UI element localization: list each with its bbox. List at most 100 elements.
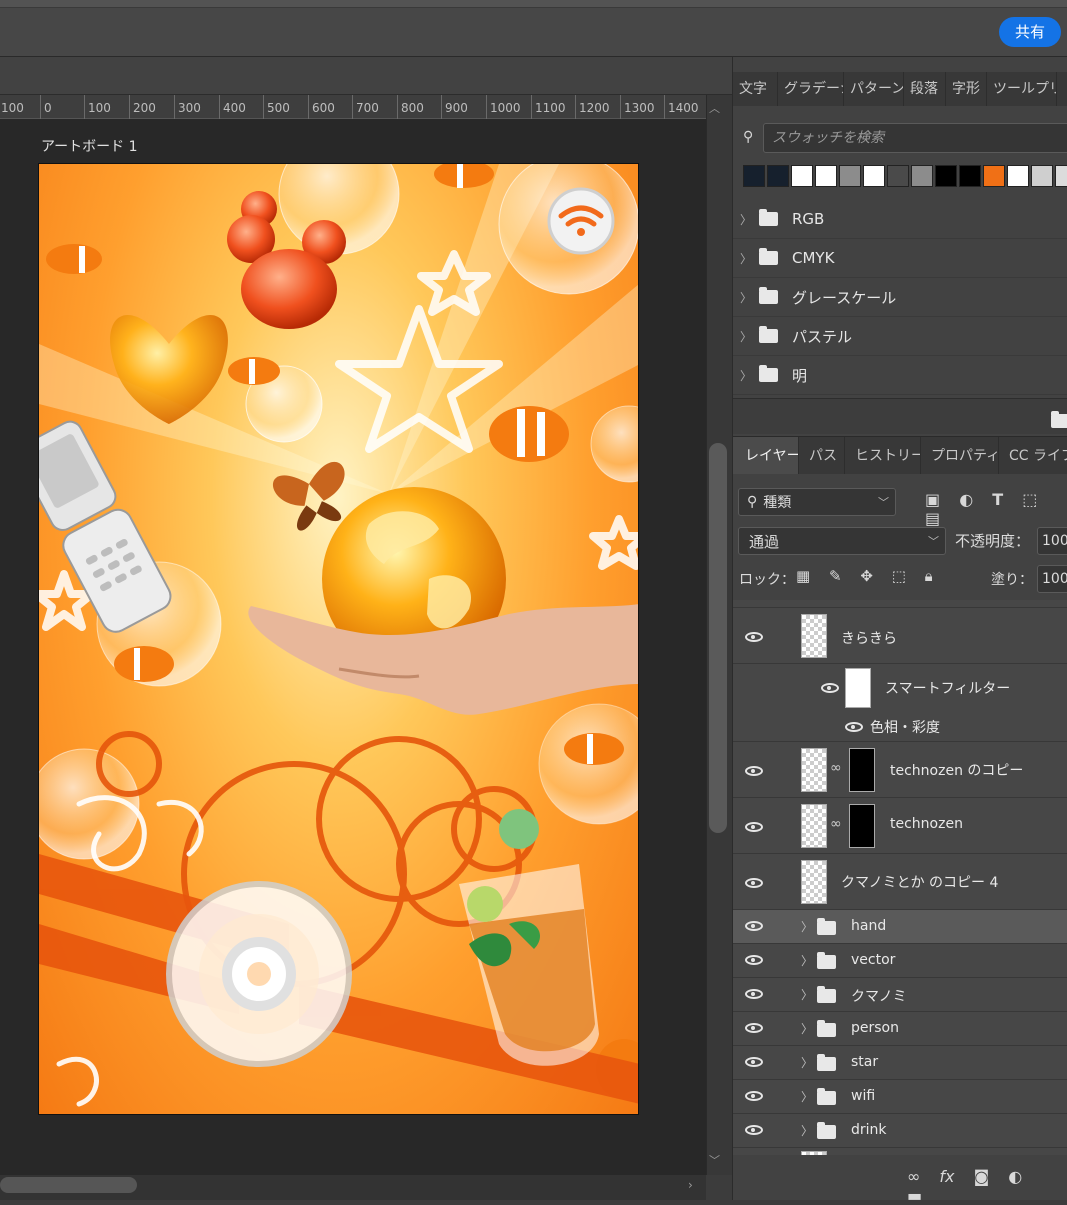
link-icon[interactable]: ∞	[830, 760, 842, 776]
layer-name[interactable]: クマノミとか のコピー 4	[841, 872, 998, 892]
new-group-icon[interactable]: ▬	[907, 1186, 922, 1205]
visibility-eye-icon[interactable]	[745, 955, 763, 965]
swatch[interactable]	[743, 165, 765, 187]
share-button[interactable]: 共有	[999, 17, 1061, 47]
layer-name[interactable]: technozen のコピー	[890, 760, 1023, 780]
link-layers-icon[interactable]: ∞	[907, 1167, 920, 1186]
chevron-right-icon[interactable]: 〉	[801, 1088, 813, 1105]
visibility-eye-icon[interactable]	[745, 1057, 763, 1067]
swatch[interactable]	[983, 165, 1005, 187]
layer-group-row[interactable]: 〉 vector	[733, 944, 1067, 978]
tab-tool-presets[interactable]: ツールプリ	[987, 72, 1057, 106]
group-name[interactable]: vector	[851, 952, 895, 968]
group-name[interactable]: クマノミ	[851, 986, 907, 1006]
swatch[interactable]	[791, 165, 813, 187]
artboard-label[interactable]: アートボード 1	[41, 136, 138, 156]
layer-mask-thumbnail[interactable]	[849, 748, 875, 792]
layer-group-row[interactable]: 〉 drink	[733, 1114, 1067, 1148]
swatch-group-grayscale[interactable]: 〉 グレースケール	[733, 278, 1067, 317]
swatch-group-pastel[interactable]: 〉 パステル	[733, 317, 1067, 356]
swatch[interactable]	[887, 165, 909, 187]
visibility-eye-icon[interactable]	[745, 921, 763, 931]
layer-group-row[interactable]: 〉 star	[733, 1046, 1067, 1080]
adjustment-layer-icon[interactable]: ◐	[1008, 1167, 1022, 1186]
swatch[interactable]	[911, 165, 933, 187]
visibility-eye-icon[interactable]	[745, 878, 763, 888]
tab-patterns[interactable]: パターン	[844, 72, 904, 106]
tab-gradients[interactable]: グラデーシ	[778, 72, 844, 106]
chevron-right-icon[interactable]: 〉	[801, 1054, 813, 1071]
chevron-right-icon[interactable]: 〉	[801, 1020, 813, 1037]
swatch[interactable]	[959, 165, 981, 187]
visibility-eye-icon[interactable]	[745, 1091, 763, 1101]
image-filter-icon[interactable]: ▣	[925, 490, 940, 509]
lock-all-icon[interactable]: 🔒︎	[925, 567, 933, 585]
chevron-right-icon[interactable]: 〉	[801, 1122, 813, 1139]
swatch[interactable]	[767, 165, 789, 187]
chevron-right-icon[interactable]: 〉	[733, 289, 759, 306]
chevron-right-icon[interactable]: 〉	[733, 367, 759, 384]
horizontal-scroll-thumb[interactable]	[0, 1177, 137, 1193]
chevron-right-icon[interactable]: 〉	[801, 918, 813, 935]
vertical-scroll-thumb[interactable]	[709, 443, 727, 833]
tab-properties[interactable]: プロパティ	[921, 437, 999, 474]
smart-object-filter-icon[interactable]: ▤	[925, 509, 940, 528]
lock-image-icon[interactable]: ✎	[829, 567, 842, 585]
add-mask-icon[interactable]: ◙	[974, 1167, 990, 1186]
layer-row[interactable]: きらきら	[733, 608, 1067, 664]
swatch[interactable]	[839, 165, 861, 187]
chevron-right-icon[interactable]: 〉	[733, 211, 759, 228]
blend-mode-select[interactable]: 通過 ﹀	[738, 527, 946, 555]
swatch[interactable]	[1007, 165, 1029, 187]
visibility-eye-icon[interactable]	[745, 1023, 763, 1033]
visibility-eye-icon[interactable]	[821, 683, 839, 693]
layer-mask-thumbnail[interactable]	[849, 804, 875, 848]
group-name[interactable]: person	[851, 1020, 899, 1036]
lock-transparency-icon[interactable]: ▦	[796, 567, 810, 585]
fill-input[interactable]: 100%	[1037, 565, 1067, 593]
chevron-right-icon[interactable]: 〉	[801, 986, 813, 1003]
scroll-up-icon[interactable]: ︿	[709, 100, 720, 116]
visibility-eye-icon[interactable]	[845, 722, 863, 732]
layer-row[interactable]: ∞ technozen	[733, 798, 1067, 854]
shape-filter-icon[interactable]: ⬚	[1022, 490, 1037, 509]
group-name[interactable]: drink	[851, 1122, 887, 1138]
layer-group-row[interactable]: 〉 wifi	[733, 1080, 1067, 1114]
visibility-eye-icon[interactable]	[745, 632, 763, 642]
tab-cc-libraries[interactable]: CC ライブ	[999, 437, 1067, 474]
layer-name[interactable]: きらきら	[841, 628, 897, 648]
tab-layers[interactable]: レイヤー	[733, 437, 799, 474]
swatch[interactable]	[1055, 165, 1067, 187]
layer-group-row[interactable]: 〉 person	[733, 1012, 1067, 1046]
layer-name[interactable]: technozen	[890, 816, 963, 832]
link-icon[interactable]: ∞	[830, 816, 842, 832]
filter-name[interactable]: 色相・彩度	[870, 717, 940, 737]
type-filter-icon[interactable]: T	[992, 490, 1003, 509]
group-name[interactable]: hand	[851, 918, 886, 934]
tab-glyphs[interactable]: 字形	[946, 72, 987, 106]
layer-filter-select[interactable]: ⚲ 種類 ﹀	[738, 488, 896, 516]
swatch-group-rgb[interactable]: 〉 RGB	[733, 200, 1067, 239]
swatch-group-light[interactable]: 〉 明	[733, 356, 1067, 395]
adjustment-filter-icon[interactable]: ◐	[959, 490, 973, 509]
artboard-canvas[interactable]	[38, 163, 639, 1115]
visibility-eye-icon[interactable]	[745, 1125, 763, 1135]
layer-group-row-selected[interactable]: 〉 hand	[733, 910, 1067, 944]
group-name[interactable]: wifi	[851, 1088, 875, 1104]
layer-row[interactable]: クマノミとか のコピー 4	[733, 854, 1067, 910]
tab-history[interactable]: ヒストリー	[845, 437, 921, 474]
tab-paths[interactable]: パス	[799, 437, 845, 474]
chevron-right-icon[interactable]: 〉	[733, 250, 759, 267]
group-name[interactable]: star	[851, 1054, 878, 1070]
scroll-right-icon[interactable]: ›	[688, 1178, 693, 1192]
layer-row[interactable]: ∞ technozen のコピー	[733, 742, 1067, 798]
visibility-eye-icon[interactable]	[745, 989, 763, 999]
smart-filter-row[interactable]: スマートフィルター	[733, 664, 1067, 712]
scroll-down-icon[interactable]: ﹀	[709, 1152, 720, 1168]
swatch[interactable]	[1031, 165, 1053, 187]
visibility-eye-icon[interactable]	[745, 822, 763, 832]
swatch-group-cmyk[interactable]: 〉 CMYK	[733, 239, 1067, 278]
swatch[interactable]	[863, 165, 885, 187]
tab-paragraph[interactable]: 段落	[904, 72, 946, 106]
tab-character[interactable]: 文字	[733, 72, 778, 106]
